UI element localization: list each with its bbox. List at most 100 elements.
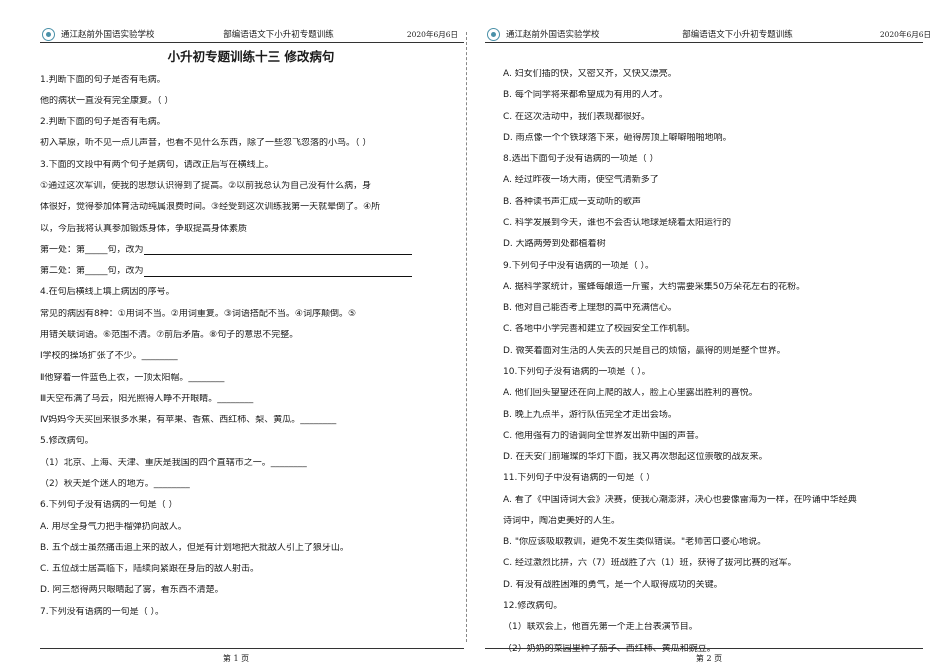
text-line: ①通过这次军训，使我的思想认识得到了提高。②以前我总认为自己没有什么病，身: [40, 181, 462, 192]
question-list: 1.判断下面的句子是否有毛病。 他的病状一直没有完全康复。（ ） 2.判断下面的句…: [40, 75, 462, 618]
text-line: B. 各种读书声汇成一支动听的歌声: [503, 197, 929, 208]
text-line: （2）秋天是个迷人的地方。________: [40, 479, 462, 490]
text-line: 6.下列句子没有语病的一句是（ ）: [40, 500, 462, 511]
text-line: 3.下面的文段中有两个句子是病句，请改正后写在横线上。: [40, 160, 462, 171]
line-text: Ⅲ天空布满了乌云，阳光照得人睁不开眼睛。________: [40, 393, 254, 404]
text-line: 12.修改病句。: [503, 601, 929, 612]
text-line: B. "你应该吸取教训，避免不发生类似错误。"老师苦口婆心地说。: [503, 537, 929, 548]
text-line: A. 看了《中国诗词大会》决赛，使我心潮澎湃，决心也要像雷海为一样，在吟诵中华经…: [503, 495, 929, 506]
line-text: Ⅰ学校的操场扩张了不少。________: [40, 351, 178, 362]
answer-blank[interactable]: [143, 268, 412, 277]
text-line: 2.判断下面的句子是否有毛病。: [40, 117, 462, 128]
line-text: （2）秋天是个迷人的地方。________: [40, 478, 190, 489]
page-header: 通江赵前外国语实验学校 部编语语文下小升初专题训练 2020年6月6日: [42, 27, 458, 41]
line-text: 1.判断下面的句子是否有毛病。: [40, 74, 166, 85]
text-line: 体很好，觉得参加体育活动纯属浪费时间。③经受到这次训练我第一天就晕倒了。④所: [40, 202, 462, 213]
text-line: C. 他用强有力的语调向全世界发出新中国的声音。: [503, 431, 929, 442]
text-line: 常见的病因有8种：①用词不当。②用词重复。③词语搭配不当。④词序颠倒。⑤: [40, 309, 462, 320]
line-text: 常见的病因有8种：①用词不当。②用词重复。③词语搭配不当。④词序颠倒。⑤: [40, 308, 357, 319]
text-line: B. 晚上九点半，游行队伍完全才走出会场。: [503, 410, 929, 421]
line-text: A. 经过昨夜一场大雨，使空气清新多了: [503, 175, 659, 186]
question-list: A. 妇女们插的快，又密又齐，又快又漂亮。 B. 每个同学将来都希望成为有用的人…: [503, 69, 929, 654]
line-text: C. 科学发展到今天，谁也不会否认地球是绕着太阳运行的: [503, 217, 732, 228]
header-subtitle: 部编语语文下小升初专题训练: [223, 30, 334, 40]
text-line: （1）北京、上海、天津、重庆是我国的四个直辖市之一。________: [40, 458, 462, 469]
text-line: B. 每个同学将来都希望成为有用的人才。: [503, 90, 929, 101]
text-line: Ⅳ妈妈今天买回来很多水果，有苹果、香蕉、西红柿、梨、黄瓜。________: [40, 415, 462, 426]
text-line: 7.下列没有语病的一句是（ ）。: [40, 607, 462, 618]
text-line: 10.下列句子没有语病的一项是（ ）。: [503, 367, 929, 378]
text-line: A. 妇女们插的快，又密又齐，又快又漂亮。: [503, 69, 929, 80]
line-text: D. 大路两旁到处都植着树: [503, 239, 606, 250]
text-line: 用错关联词语。⑥范围不清。⑦前后矛盾。⑧句子的意思不完整。: [40, 330, 462, 341]
text-line: 8.选出下面句子没有语病的一项是（ ）: [503, 154, 929, 165]
text-line: Ⅲ天空布满了乌云，阳光照得人睁不开眼睛。________: [40, 394, 462, 405]
school-name: 通江赵前外国语实验学校: [61, 30, 155, 40]
text-line: 11.下列句子中没有语病的一句是（ ）: [503, 473, 929, 484]
text-line: 4.在句后横线上填上病因的序号。: [40, 287, 462, 298]
line-text: 10.下列句子没有语病的一项是（ ）。: [503, 366, 651, 377]
footer-rule: [40, 648, 464, 649]
header-rule: [40, 42, 464, 43]
line-text: 第二处：第_____句，改为: [40, 266, 144, 277]
line-text: 5.修改病句。: [40, 436, 94, 447]
line-text: D. 有没有战胜困难的勇气，是一个人取得成功的关键。: [503, 579, 723, 590]
line-text: （1）北京、上海、天津、重庆是我国的四个直辖市之一。________: [40, 457, 307, 468]
page-2: 通江赵前外国语实验学校 部编语语文下小升初专题训练 2020年6月6日 A. 妇…: [473, 0, 945, 667]
line-text: 他的病状一直没有完全康复。（ ）: [40, 95, 174, 106]
line-text: C. 在这次活动中，我们表现都很好。: [503, 111, 651, 122]
line-text: 初入草原，听不见一点儿声音，也看不见什么东西，除了一些忽飞忽落的小鸟。（ ）: [40, 138, 372, 149]
text-line: 他的病状一直没有完全康复。（ ）: [40, 96, 462, 107]
page-number: 第 2 页: [695, 654, 723, 663]
school-logo-icon: [487, 27, 500, 41]
text-line: D. 阿三愁得两只眼睛起了雾，看东西不清楚。: [40, 585, 462, 596]
text-line: 1.判断下面的句子是否有毛病。: [40, 75, 462, 86]
header-date: 2020年6月6日: [406, 29, 458, 39]
answer-blank[interactable]: [143, 246, 412, 256]
line-text: 3.下面的文段中有两个句子是病句，请改正后写在横线上。: [40, 159, 274, 170]
school-logo-icon: [42, 27, 55, 41]
line-text: C. 经过激烈比拼，六（7）班战胜了六（1）班，获得了拔河比赛的冠军。: [503, 558, 797, 569]
text-line: 诗词中，陶冶更美好的人生。: [503, 516, 929, 527]
line-text: A. 据科学家统计，蜜蜂每酿造一斤蜜，大约需要采集50万朵花左右的花粉。: [503, 281, 806, 292]
page-body: A. 妇女们插的快，又密又齐，又快又漂亮。 B. 每个同学将来都希望成为有用的人…: [503, 69, 929, 654]
text-line: Ⅱ他穿着一件蓝色上衣，一顶太阳帽。________: [40, 373, 462, 384]
line-text: B. 晚上九点半，游行队伍完全才走出会场。: [503, 409, 677, 420]
text-line: D. 微笑着面对生活的人失去的只是自己的烦恼，赢得的则是整个世界。: [503, 346, 929, 357]
text-line: B. 五个战士虽然痛击追上来的敌人，但是有计划地把大批敌人引上了狼牙山。: [40, 543, 462, 554]
text-line: A. 经过昨夜一场大雨，使空气清新多了: [503, 175, 929, 186]
